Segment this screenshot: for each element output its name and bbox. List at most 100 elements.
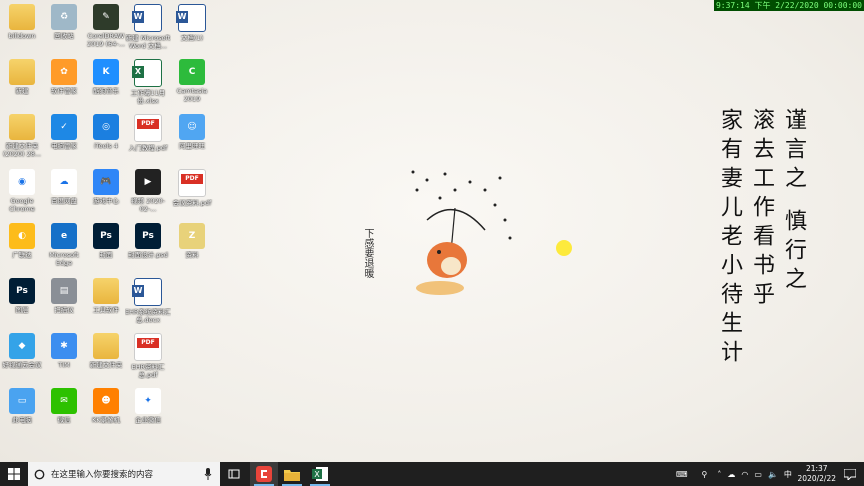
- mouse-cursor-highlight: [556, 240, 572, 256]
- system-tray: ⌨ ⚲ ˄ ☁ ◠ ▭ 🔈 中: [676, 462, 792, 486]
- taskbar-time: 21:37: [805, 464, 828, 473]
- desktop-icon-qqbrowser[interactable]: ☺ 阿里旺旺: [170, 112, 214, 168]
- notification-icon: [844, 468, 856, 480]
- cube-icon: ◆: [9, 333, 35, 359]
- chrome-icon: ◉: [9, 169, 35, 195]
- taskbar-search-box[interactable]: 在这里输入你要搜索的内容: [28, 462, 220, 486]
- desktop-icon-recycle[interactable]: ♻ 回收站: [42, 2, 86, 58]
- excel-icon: X: [312, 467, 328, 481]
- ime-indicator[interactable]: 中: [784, 469, 792, 480]
- poem-column-2: 滚去工作看书乎: [749, 108, 774, 311]
- desktop-icon-doc1[interactable]: 新建 Microsoft Word 文档...: [126, 2, 170, 58]
- desktop-icon-kk[interactable]: ☻ KK录像机: [84, 386, 128, 442]
- folder-icon: [284, 469, 300, 481]
- desktop-icon-wechat[interactable]: ✉ 微信: [42, 386, 86, 442]
- folder-icon: [9, 59, 35, 85]
- desktop-icon-baidunet[interactable]: ☁ 百度网盘: [42, 167, 86, 223]
- desktop-icon-ps1[interactable]: Ps 封面: [84, 221, 128, 277]
- cloud-icon[interactable]: ☁: [727, 470, 735, 479]
- video-icon: ▶: [135, 169, 161, 195]
- desktop-icon-xlsx1[interactable]: 工作簿11月份.xlsx: [126, 57, 170, 113]
- action-center-button[interactable]: [836, 462, 864, 486]
- desktop-icon-newfolder[interactable]: 新建: [0, 57, 44, 113]
- desktop-icon-label: 新建文件夹 (2020) 28...: [2, 142, 42, 158]
- desktop-icon-label: 资料: [185, 251, 199, 259]
- task-view-icon: [228, 469, 240, 479]
- desktop-icon-guangjia[interactable]: ◐ 广联达: [0, 221, 44, 277]
- desktop-icon-label: 新建文件夹: [89, 361, 123, 369]
- svg-text:X: X: [314, 470, 320, 479]
- desktop-icon-pdf2[interactable]: 会议资料.pdf: [170, 167, 214, 223]
- desktop-icon-label: 封面: [99, 251, 113, 259]
- kugou-icon: K: [93, 59, 119, 85]
- keyboard-icon[interactable]: ⌨: [676, 470, 688, 479]
- kk-icon: ☻: [93, 388, 119, 414]
- wangwang-icon: ☺: [179, 114, 205, 140]
- desktop-icon-chrome[interactable]: ◉ Google Chrome: [0, 167, 44, 223]
- desktop-icon-folder4[interactable]: 新建文件夹: [84, 331, 128, 387]
- desktop-icon-folder2[interactable]: 新建文件夹 (2020) 28...: [0, 112, 44, 168]
- wifi-icon[interactable]: ◠: [741, 470, 748, 479]
- desktop-icon-folder3[interactable]: 工具软件: [84, 276, 128, 332]
- desktop-icon-coreldraw[interactable]: ✎ CorelDRAW 2019 (64-...: [84, 2, 128, 58]
- desktop-icon-itools[interactable]: ◎ iTools 4: [84, 112, 128, 168]
- desktop-icon-colorful[interactable]: ◆ 好视通云会议: [0, 331, 44, 387]
- desktop-icon-doc3[interactable]: EHR系统资料汇总.docx: [125, 276, 171, 332]
- folder-icon: [93, 333, 119, 359]
- desktop-icon-label: CorelDRAW 2019 (64-...: [87, 32, 125, 48]
- qywx-icon: ✦: [135, 388, 161, 414]
- taskbar-clock[interactable]: 21:37 2020/2/22: [798, 464, 836, 484]
- desktop-icon-label: 工具软件: [93, 306, 119, 314]
- edge-icon: e: [51, 223, 77, 249]
- folder-icon: [93, 278, 119, 304]
- desktop-icon-doc2[interactable]: 文档(1): [170, 2, 214, 58]
- desktop-icon-scanner[interactable]: ▤ 扫描仪: [42, 276, 86, 332]
- desktop-icon-ps3[interactable]: Ps 图层: [0, 276, 44, 332]
- taskbar-date: 2020/2/22: [797, 474, 836, 483]
- gamepad-icon: 🎮: [93, 169, 119, 195]
- wallpaper-illustration-icon: [411, 170, 512, 295]
- desktop-icon-kugou[interactable]: K 酷狗音乐: [84, 57, 128, 113]
- desktop-icon-pdf3[interactable]: EHR资料汇总.pdf: [126, 331, 170, 387]
- battery-icon[interactable]: ▭: [754, 470, 762, 479]
- ps-icon: Ps: [9, 278, 35, 304]
- desktop-icon-camtasia[interactable]: C Camtasia 2019: [170, 57, 214, 113]
- desktop-icon-label: bilidown: [8, 32, 36, 40]
- show-hidden-icons-icon[interactable]: ˄: [717, 470, 721, 479]
- taskbar-file-explorer[interactable]: [278, 462, 306, 486]
- volume-icon[interactable]: 🔈: [768, 470, 778, 479]
- taskbar-camtasia[interactable]: [250, 462, 278, 486]
- start-button[interactable]: [0, 462, 28, 486]
- desktop-icon-edge[interactable]: e Microsoft Edge: [42, 221, 86, 277]
- task-view-button[interactable]: [220, 462, 248, 486]
- excel-icon: [132, 59, 162, 87]
- desktop-icon-tim[interactable]: ✱ TIM: [42, 331, 86, 387]
- desktop-icon-label: Microsoft Edge: [49, 251, 79, 267]
- taskbar-excel[interactable]: X: [306, 462, 334, 486]
- people-icon[interactable]: ⚲: [702, 470, 708, 479]
- windows-logo-icon: [8, 468, 20, 480]
- itools-icon: ◎: [93, 114, 119, 140]
- word-icon: [176, 4, 206, 32]
- desktop-icon-label: iTools 4: [93, 142, 119, 150]
- desktop-icon-label: 新建 Microsoft Word 文档...: [125, 34, 171, 50]
- microphone-icon[interactable]: [204, 468, 212, 480]
- desktop-icon-label: 企业微信: [135, 416, 161, 424]
- desktop-poem: 谨言之 慎行之 滚去工作看书乎 家有妻儿老小待生计: [717, 108, 806, 369]
- desktop-icon-pdf1[interactable]: 入门教程.pdf: [126, 112, 170, 168]
- gld-icon: ◐: [9, 223, 35, 249]
- desktop-icon-ps2[interactable]: Ps 封面设计.psd: [126, 221, 170, 277]
- desktop-icon-label: Camtasia 2019: [176, 87, 208, 103]
- desktop-icon-thispc[interactable]: ▭ 此电脑: [0, 386, 44, 442]
- desktop-icon-game[interactable]: 🎮 游戏中心: [84, 167, 128, 223]
- desktop-icon-pcmgr[interactable]: ✓ 电脑管家: [42, 112, 86, 168]
- desktop-icon-zip1[interactable]: Z 资料: [170, 221, 214, 277]
- taskbar: 在这里输入你要搜索的内容 X ⌨ ⚲ ˄ ☁ ◠ ▭ 🔈 中 21:37 202…: [0, 462, 864, 486]
- desktop-icon-video[interactable]: ▶ 视频 2020-02-...: [126, 167, 170, 223]
- desktop-icon-appstore[interactable]: ✿ 软件管家: [42, 57, 86, 113]
- store-icon: ✿: [51, 59, 77, 85]
- desktop-icon-bilidown[interactable]: bilidown: [0, 2, 44, 58]
- scanner-icon: ▤: [51, 278, 77, 304]
- desktop-icon-qywx[interactable]: ✦ 企业微信: [126, 386, 170, 442]
- desktop-icon-label: 阿里旺旺: [179, 142, 205, 150]
